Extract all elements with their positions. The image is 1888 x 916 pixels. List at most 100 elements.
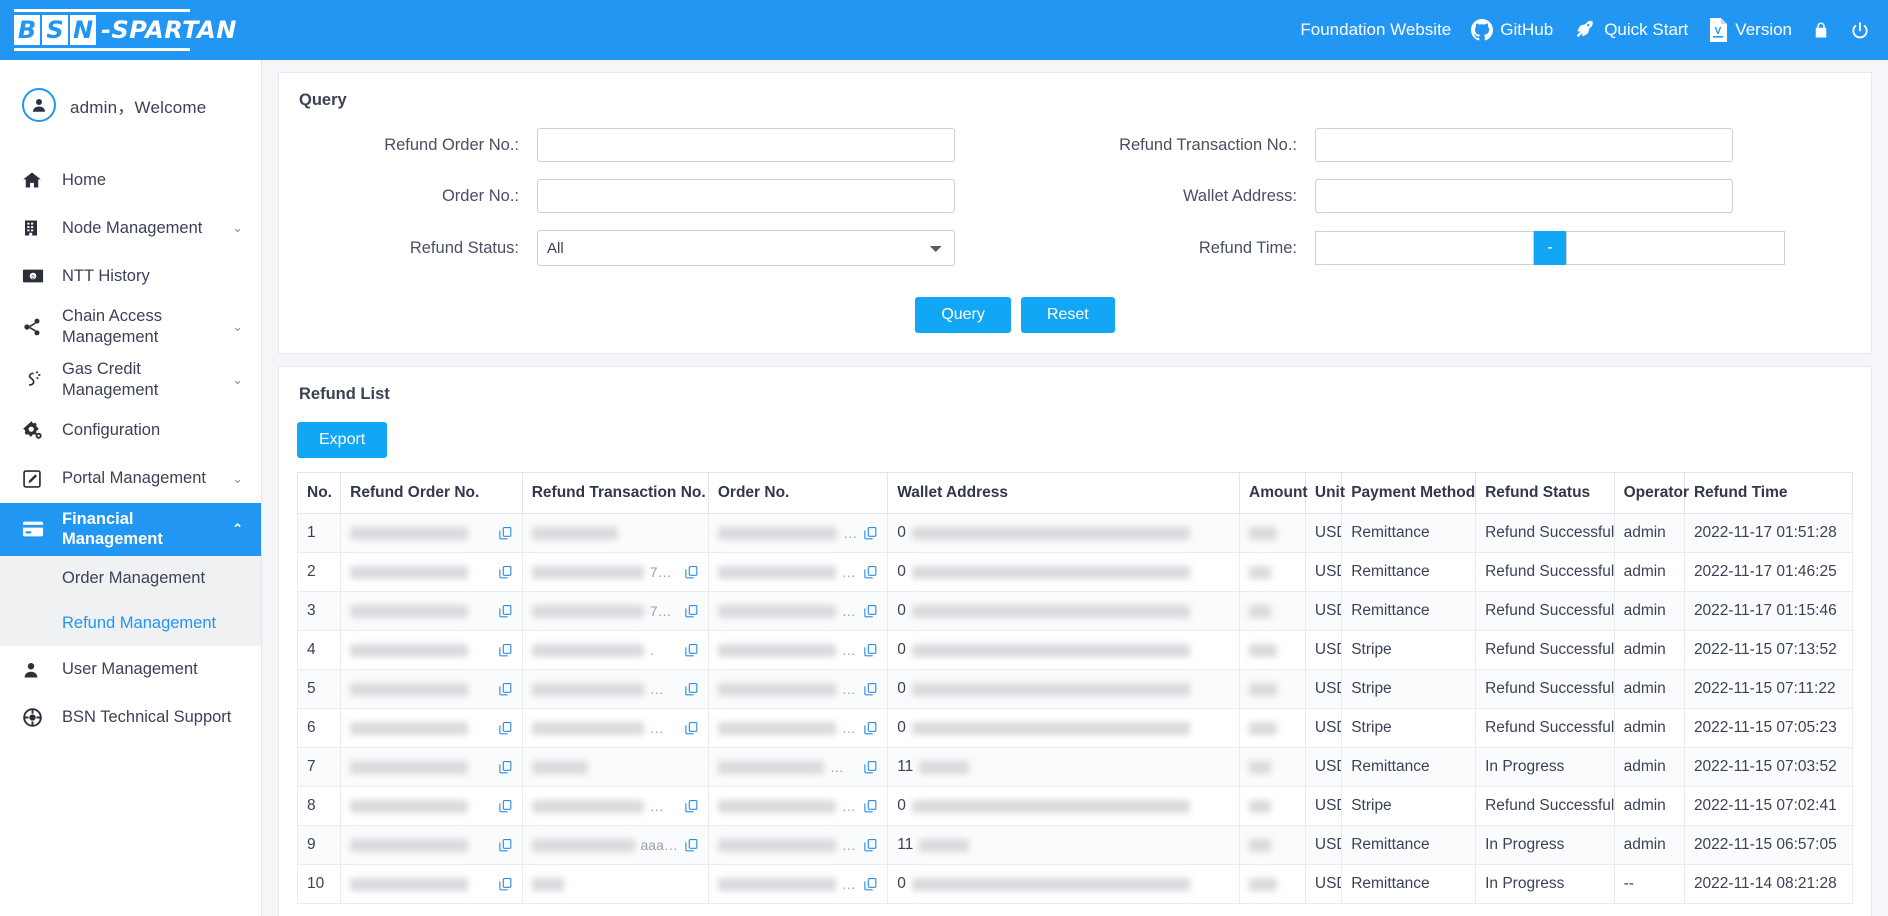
nav-quick-start[interactable]: Quick Start bbox=[1573, 19, 1688, 41]
copy-icon[interactable] bbox=[863, 565, 878, 580]
copy-icon[interactable] bbox=[863, 877, 878, 892]
copy-icon[interactable] bbox=[863, 604, 878, 619]
sidebar-item-financial-management[interactable]: Financial Management ⌃ bbox=[0, 503, 261, 556]
redacted-value bbox=[912, 566, 1190, 579]
copy-icon[interactable] bbox=[498, 526, 513, 541]
sidebar-item-home[interactable]: Home bbox=[0, 156, 261, 204]
copy-icon[interactable] bbox=[863, 682, 878, 697]
copy-icon[interactable] bbox=[684, 643, 699, 658]
copy-icon[interactable] bbox=[684, 838, 699, 853]
query-button[interactable]: Query bbox=[915, 297, 1011, 333]
credit-card-icon bbox=[22, 520, 48, 538]
copy-icon[interactable] bbox=[863, 760, 878, 775]
table-row[interactable]: 5……0USDStripeRefund Successfuladmin2022-… bbox=[298, 670, 1853, 709]
sidebar-item-gas-credit-management[interactable]: Gas Credit Management ⌄ bbox=[0, 353, 261, 406]
sidebar-item-refund-management[interactable]: Refund Management bbox=[0, 601, 261, 646]
sidebar-item-bsn-technical-support[interactable]: BSN Technical Support bbox=[0, 694, 261, 742]
refund-transaction-no-label: Refund Transaction No.: bbox=[1075, 136, 1315, 155]
cell-no: 4 bbox=[298, 631, 341, 670]
copy-icon[interactable] bbox=[498, 760, 513, 775]
cell-order-no: … bbox=[708, 787, 887, 826]
sidebar-item-user-management[interactable]: User Management bbox=[0, 646, 261, 694]
refund-time-end-input[interactable] bbox=[1566, 231, 1785, 265]
wallet-address-input[interactable] bbox=[1315, 179, 1733, 213]
table-row[interactable]: 9aaa……11USDRemittanceIn Progressadmin202… bbox=[298, 826, 1853, 865]
copy-icon[interactable] bbox=[498, 799, 513, 814]
copy-icon[interactable] bbox=[498, 877, 513, 892]
redacted-value bbox=[532, 605, 644, 618]
sidebar-item-portal-management[interactable]: Portal Management ⌄ bbox=[0, 455, 261, 503]
table-row[interactable]: 27……0USDRemittanceRefund Successfuladmin… bbox=[298, 553, 1853, 592]
copy-icon[interactable] bbox=[863, 721, 878, 736]
refund-transaction-no-input[interactable] bbox=[1315, 128, 1733, 162]
refund-status-label: Refund Status: bbox=[297, 239, 537, 258]
gears-icon bbox=[22, 420, 48, 441]
redacted-value bbox=[912, 683, 1190, 696]
redacted-value bbox=[350, 644, 468, 657]
cell-no: 2 bbox=[298, 553, 341, 592]
share-icon bbox=[22, 317, 48, 337]
cell-order-no: … bbox=[708, 592, 887, 631]
cell-payment-method: Remittance bbox=[1342, 592, 1476, 631]
redacted-value bbox=[532, 878, 564, 891]
copy-icon[interactable] bbox=[498, 565, 513, 580]
cell-wallet-address: 0 bbox=[888, 709, 1240, 748]
gas-icon bbox=[22, 370, 48, 390]
refund-time-start-input[interactable] bbox=[1315, 231, 1534, 265]
copy-icon[interactable] bbox=[498, 838, 513, 853]
refund-time-range-separator[interactable]: - bbox=[1534, 231, 1566, 265]
copy-icon[interactable] bbox=[498, 682, 513, 697]
copy-icon[interactable] bbox=[684, 604, 699, 619]
redacted-value bbox=[1249, 605, 1271, 618]
copy-icon[interactable] bbox=[498, 643, 513, 658]
copy-icon[interactable] bbox=[498, 721, 513, 736]
nav-version[interactable]: V Version bbox=[1708, 18, 1792, 42]
sidebar-item-order-management[interactable]: Order Management bbox=[0, 556, 261, 601]
bsn-spartan-logo[interactable]: B S N -SPARTAN bbox=[14, 6, 237, 54]
copy-icon[interactable] bbox=[863, 838, 878, 853]
order-no-input[interactable] bbox=[537, 179, 955, 213]
copy-icon[interactable] bbox=[863, 643, 878, 658]
copy-icon[interactable] bbox=[863, 799, 878, 814]
cell-unit: USD bbox=[1305, 787, 1341, 826]
table-row[interactable]: 37……0USDRemittanceRefund Successfuladmin… bbox=[298, 592, 1853, 631]
copy-icon[interactable] bbox=[863, 526, 878, 541]
nav-version-label: Version bbox=[1735, 20, 1792, 40]
table-row[interactable]: 4.…0USDStripeRefund Successfuladmin2022-… bbox=[298, 631, 1853, 670]
table-row[interactable]: 6……0USDStripeRefund Successfuladmin2022-… bbox=[298, 709, 1853, 748]
table-row[interactable]: 8……0USDStripeRefund Successfuladmin2022-… bbox=[298, 787, 1853, 826]
copy-icon[interactable] bbox=[498, 604, 513, 619]
table-row[interactable]: 1…0USDRemittanceRefund Successfuladmin20… bbox=[298, 514, 1853, 553]
cell-no: 3 bbox=[298, 592, 341, 631]
copy-icon[interactable] bbox=[684, 565, 699, 580]
sidebar-item-financial-management-label: Financial Management bbox=[48, 509, 226, 550]
sidebar-item-gas-credit-management-label: Gas Credit Management bbox=[48, 359, 226, 400]
sidebar-item-chain-access-management[interactable]: Chain Access Management ⌄ bbox=[0, 300, 261, 353]
nav-github[interactable]: GitHub bbox=[1471, 19, 1553, 41]
table-row[interactable]: 10…0USDRemittanceIn Progress--2022-11-14… bbox=[298, 865, 1853, 904]
sidebar-item-configuration[interactable]: Configuration bbox=[0, 407, 261, 455]
wallet-address-prefix: 0 bbox=[897, 875, 906, 893]
power-icon[interactable] bbox=[1850, 20, 1870, 41]
logo-letter-s: S bbox=[42, 15, 68, 45]
cell-refund-status: Refund Successful bbox=[1476, 553, 1614, 592]
copy-icon[interactable] bbox=[684, 682, 699, 697]
sidebar-item-node-management-label: Node Management bbox=[48, 218, 226, 239]
top-navigation: Foundation Website GitHub Quick Start V bbox=[1300, 18, 1870, 42]
copy-icon[interactable] bbox=[684, 721, 699, 736]
refund-status-select[interactable]: AllRefund SuccessfulIn ProgressRefund Fa… bbox=[537, 230, 955, 266]
redacted-value bbox=[912, 644, 1190, 657]
table-row[interactable]: 7…11USDRemittanceIn Progressadmin2022-11… bbox=[298, 748, 1853, 787]
reset-button[interactable]: Reset bbox=[1021, 297, 1115, 333]
sidebar-item-ntt-history[interactable]: 0 NTT History bbox=[0, 252, 261, 300]
lock-icon[interactable] bbox=[1812, 20, 1830, 40]
redacted-value bbox=[532, 683, 644, 696]
cell-wallet-address: 11 bbox=[888, 826, 1240, 865]
cell-refund-order-no bbox=[341, 670, 523, 709]
sidebar-item-node-management[interactable]: Node Management ⌄ bbox=[0, 204, 261, 252]
refund-order-no-input[interactable] bbox=[537, 128, 955, 162]
nav-foundation-website[interactable]: Foundation Website bbox=[1300, 20, 1451, 40]
cell-refund-order-no bbox=[341, 787, 523, 826]
export-button[interactable]: Export bbox=[297, 422, 387, 458]
copy-icon[interactable] bbox=[684, 799, 699, 814]
